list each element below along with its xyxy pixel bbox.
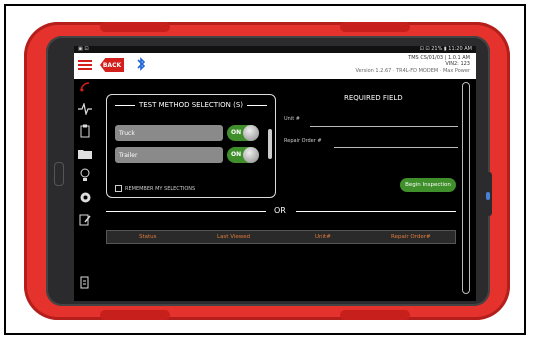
unit-label: Unit #: [284, 116, 300, 122]
app-header: BACK TMS CS/01/03 | 1.0.1 AM VIN2: 123 V…: [74, 53, 476, 79]
col-repair-order[interactable]: Repair Order#: [391, 234, 431, 240]
repair-order-input[interactable]: [334, 147, 458, 148]
truck-toggle-label: ON: [231, 129, 242, 136]
lightbulb-icon[interactable]: [77, 167, 93, 183]
remember-label: REMEMBER MY SELECTIONS: [125, 185, 196, 192]
test-method-panel: TEST METHOD SELECTION (S) Truck ON Trail…: [106, 94, 276, 198]
back-button[interactable]: BACK: [100, 58, 124, 72]
toggle-knob: [243, 125, 259, 141]
case-bumper-top-right: [340, 22, 410, 32]
col-unit[interactable]: Unit#: [315, 234, 331, 240]
indicator-led: [486, 192, 490, 200]
truck-toggle[interactable]: ON: [227, 125, 259, 141]
bluetooth-icon[interactable]: [134, 55, 148, 73]
case-bumper-bottom-left: [100, 310, 170, 320]
remember-checkbox[interactable]: [115, 185, 122, 192]
toggle-knob: [243, 147, 259, 163]
trailer-option[interactable]: Trailer: [115, 147, 223, 163]
clipboard-icon[interactable]: [77, 123, 93, 139]
or-label: OR: [274, 206, 286, 215]
rss-icon[interactable]: [77, 79, 93, 95]
gear-icon[interactable]: [77, 189, 93, 205]
truck-option[interactable]: Truck: [115, 125, 223, 141]
trailer-toggle[interactable]: ON: [227, 147, 259, 163]
col-status[interactable]: Status: [139, 234, 157, 240]
status-right: ⊡ ⊡ 21% ▮ 11:20 AM: [419, 46, 472, 52]
repair-order-label: Repair Order #: [284, 138, 322, 144]
or-divider: OR: [106, 206, 456, 216]
status-left: ▣ ⊡: [78, 46, 89, 52]
panel-scrollbar[interactable]: [268, 129, 272, 159]
folder-icon[interactable]: [77, 145, 93, 161]
begin-inspection-button[interactable]: Begin Inspection: [400, 178, 456, 192]
sidebar: [74, 60, 96, 301]
case-bumper-top-left: [100, 22, 170, 32]
scan-icon[interactable]: [77, 275, 93, 291]
header-info: TMS CS/01/03 | 1.0.1 AM VIN2: 123 Versio…: [355, 55, 470, 74]
side-button[interactable]: [484, 172, 492, 216]
pulse-icon[interactable]: [77, 101, 93, 117]
app-screen: ▣ ⊡ ⊡ ⊡ 21% ▮ 11:20 AM BACK TMS CS/01/03…: [74, 46, 476, 301]
trailer-toggle-label: ON: [231, 151, 242, 158]
table-header: Status Last Viewed Unit# Repair Order#: [106, 230, 456, 244]
edit-icon[interactable]: [77, 211, 93, 227]
remember-selections[interactable]: REMEMBER MY SELECTIONS: [115, 185, 195, 192]
menu-icon[interactable]: [77, 57, 93, 73]
case-bumper-bottom-right: [340, 310, 410, 320]
required-field-title: REQUIRED FIELD: [344, 94, 403, 102]
col-last-viewed[interactable]: Last Viewed: [217, 234, 250, 240]
test-method-title: TEST METHOD SELECTION (S): [107, 101, 275, 109]
unit-input[interactable]: [310, 126, 458, 127]
home-button[interactable]: [54, 162, 64, 186]
version-text: Version 1.2.67 · TR4L-FD MODEM · Max Pow…: [355, 67, 470, 74]
status-bar: ▣ ⊡ ⊡ ⊡ 21% ▮ 11:20 AM: [74, 46, 476, 53]
main-scrollbar[interactable]: [462, 82, 470, 294]
